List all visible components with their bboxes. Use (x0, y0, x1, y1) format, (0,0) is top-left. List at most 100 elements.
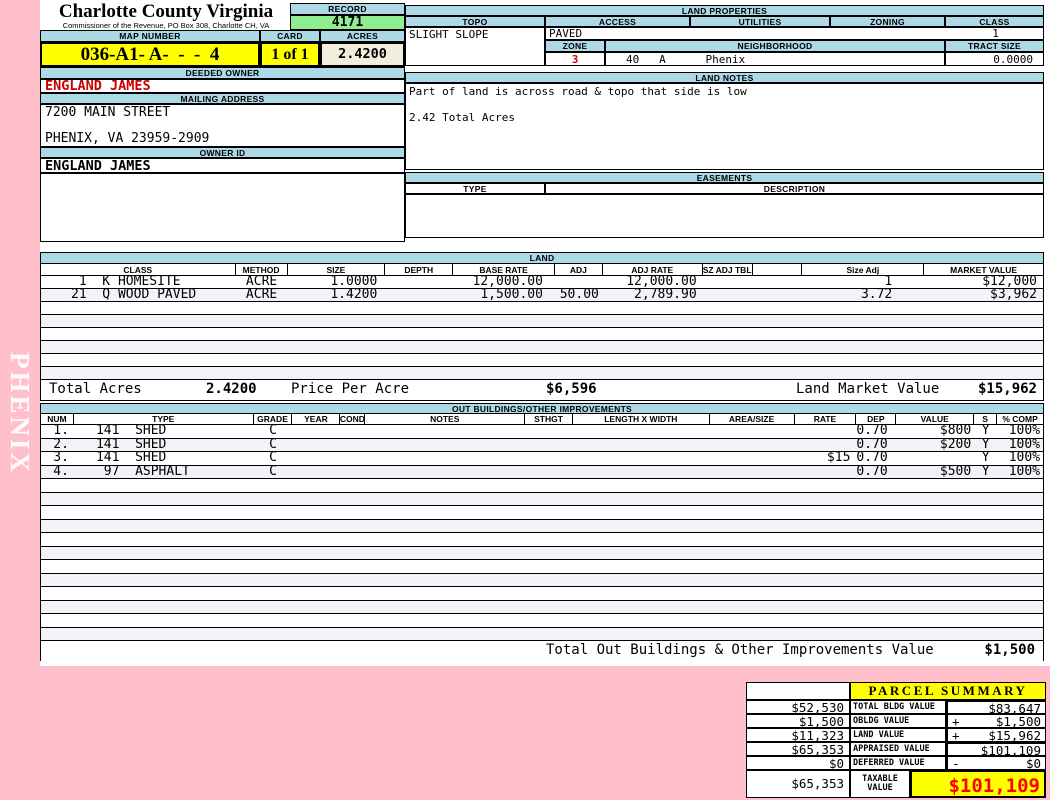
ob-cell-dep: 0.70 (856, 425, 888, 438)
parcel-summary: PARCEL SUMMARY $52,530 TOTAL BLDG VALUE … (746, 682, 1046, 798)
ps-label: LAND VALUE (850, 728, 946, 742)
ob-totals-row: Total Out Buildings & Other Improvements… (41, 641, 1043, 661)
ob-cell-num: 4. (53, 465, 69, 478)
ps-right-value: $1,500 (995, 714, 1041, 729)
zone-label: ZONE (545, 40, 605, 52)
taxable-value-amount: $101,109 (910, 770, 1046, 798)
tract-size-value: 0.0000 (945, 52, 1044, 66)
phenix-watermark: PHENIX (5, 352, 35, 476)
land-row-empty (41, 341, 1043, 354)
ob-row-2: 2. 141 SHED C 0.70 $200 Y 100% (41, 438, 1043, 452)
out-buildings-title: OUT BUILDINGS/OTHER IMPROVEMENTS (41, 404, 1043, 414)
land-row-empty (41, 302, 1043, 315)
ob-cell-rate (795, 439, 857, 452)
land-col-adj: ADJ (555, 264, 603, 275)
land-cell-size-adj: 3.72 (860, 289, 893, 301)
land-row-empty (41, 315, 1043, 328)
land-col-depth: DEPTH (385, 264, 454, 275)
ps-right-cell: $101,109 (946, 742, 1046, 757)
mailing-address-box: 7200 MAIN STREET PHENIX, VA 23959-2909 (40, 104, 405, 147)
ob-row-1: 1. 141 SHED C 0.70 $800 Y 100% (41, 425, 1043, 439)
ob-col-type: TYPE (74, 414, 254, 424)
map-number-value[interactable]: 036-A1- A- - - 4 (40, 42, 260, 67)
ps-label: DEFERRED VALUE (850, 756, 946, 770)
ob-cell-num: 1. (53, 425, 69, 438)
ob-col-rate: RATE (795, 414, 857, 424)
card-value: 1 of 1 (260, 42, 320, 67)
ob-col-sthgt: STHGT (525, 414, 573, 424)
land-col-method: METHOD (236, 264, 288, 275)
easement-type-label: TYPE (405, 183, 545, 194)
property-record-card: PHENIX Charlotte County Virginia Commiss… (0, 0, 1050, 800)
neighborhood-label: NEIGHBORHOOD (605, 40, 945, 52)
land-row-1: 1 K HOMESITE ACRE 1.0000 12,000.00 12,00… (41, 276, 1043, 289)
parcel-summary-title: PARCEL SUMMARY (850, 682, 1046, 700)
ob-row-empty (41, 600, 1043, 614)
access-label: ACCESS (545, 16, 690, 27)
ob-cell-type: 141 SHED (95, 438, 167, 451)
topo-value: SLIGHT SLOPE (409, 28, 489, 41)
commissioner-line: Commissioner of the Revenue, PO Box 308,… (62, 21, 270, 30)
deeded-owner-value: ENGLAND JAMES (40, 79, 405, 93)
ob-cell-type: 141 SHED (95, 425, 167, 438)
ps-left-value: $0 (746, 756, 850, 770)
ob-cell-grade: C (269, 452, 277, 465)
land-cell-class: 21 Q WOOD PAVED (71, 289, 197, 301)
ob-cell-dep: 0.70 (856, 452, 888, 465)
ob-cell-type: 97 ASPHALT (95, 465, 190, 478)
map-number-label: MAP NUMBER (40, 30, 260, 42)
ob-cell-s: Y (981, 465, 990, 478)
ob-col-notes: NOTES (365, 414, 526, 424)
ps-right-cell: - $0 (946, 756, 1046, 770)
ob-cell-num: 3. (53, 452, 69, 465)
land-cell-adj-rate: 2,789.90 (634, 289, 697, 301)
owner-id-label: OWNER ID (40, 147, 405, 158)
ob-cell-rate: $15 (826, 452, 851, 465)
easements-box (405, 194, 1044, 238)
class-label: CLASS (945, 16, 1044, 27)
land-cell-depth (385, 289, 453, 301)
land-market-value-label: Land Market Value (796, 381, 940, 397)
address-line-2: PHENIX, VA 23959-2909 (45, 131, 210, 146)
ps-row-land: $11,323 LAND VALUE + $15,962 (746, 728, 1046, 742)
ob-cell-grade: C (269, 425, 277, 438)
land-cell-market-value: $3,962 (990, 289, 1037, 301)
land-cell-sz-adj-tbl (703, 289, 753, 301)
land-cell-class: 1 K HOMESITE (71, 276, 181, 288)
out-buildings-table: OUT BUILDINGS/OTHER IMPROVEMENTS NUM TYP… (40, 403, 1044, 661)
ob-row-empty (41, 627, 1043, 641)
ob-cell-comp: 100% (1008, 465, 1041, 478)
land-col-market-value: MARKET VALUE (950, 264, 1018, 275)
land-note-line-1: Part of land is across road & topo that … (409, 85, 747, 98)
land-cell-size-adj: 1 (884, 276, 893, 288)
ob-col-cond: COND (339, 414, 366, 424)
land-cell-adj (555, 276, 603, 288)
land-col-size: SIZE (288, 264, 386, 275)
ps-row-appraised: $65,353 APPRAISED VALUE $101,109 (746, 742, 1046, 757)
land-cell-adj-rate: 12,000.00 (626, 276, 697, 288)
land-cell-adj: 50.00 (559, 289, 599, 301)
ob-row-empty (41, 587, 1043, 601)
ps-row-deferred: $0 DEFERRED VALUE - $0 (746, 756, 1046, 770)
ps-row-obldg: $1,500 OBLDG VALUE + $1,500 (746, 714, 1046, 728)
ps-right-cell: + $15,962 (946, 728, 1046, 742)
ob-col-comp: % COMP (1002, 414, 1038, 424)
land-cell-market-value: $12,000 (982, 276, 1037, 288)
ps-right-cell: $83,647 (946, 700, 1046, 715)
acres-label: ACRES (320, 30, 405, 42)
land-col-size-adj: Size Adj (802, 264, 925, 275)
ps-label: TOTAL BLDG VALUE (850, 700, 946, 714)
ps-left-value: $11,323 (746, 728, 850, 742)
ps-right-value: $0 (1025, 756, 1041, 771)
ps-left-value: $52,530 (746, 700, 850, 714)
land-properties-title: LAND PROPERTIES (405, 5, 1044, 16)
mailing-address-label: MAILING ADDRESS (40, 93, 405, 104)
ob-col-value: VALUE (896, 414, 975, 424)
tract-size-label: TRACT SIZE (945, 40, 1044, 52)
ob-col-year: YEAR (292, 414, 341, 424)
ob-cell-rate (795, 425, 857, 438)
land-column-headers: CLASS METHOD SIZE DEPTH BASE RATE ADJ AD… (41, 264, 1043, 276)
land-col-class: CLASS (41, 264, 236, 275)
record-value[interactable]: 4171 (290, 15, 405, 30)
ob-row-3: 3. 141 SHED C $15 0.70 Y 100% (41, 452, 1043, 466)
